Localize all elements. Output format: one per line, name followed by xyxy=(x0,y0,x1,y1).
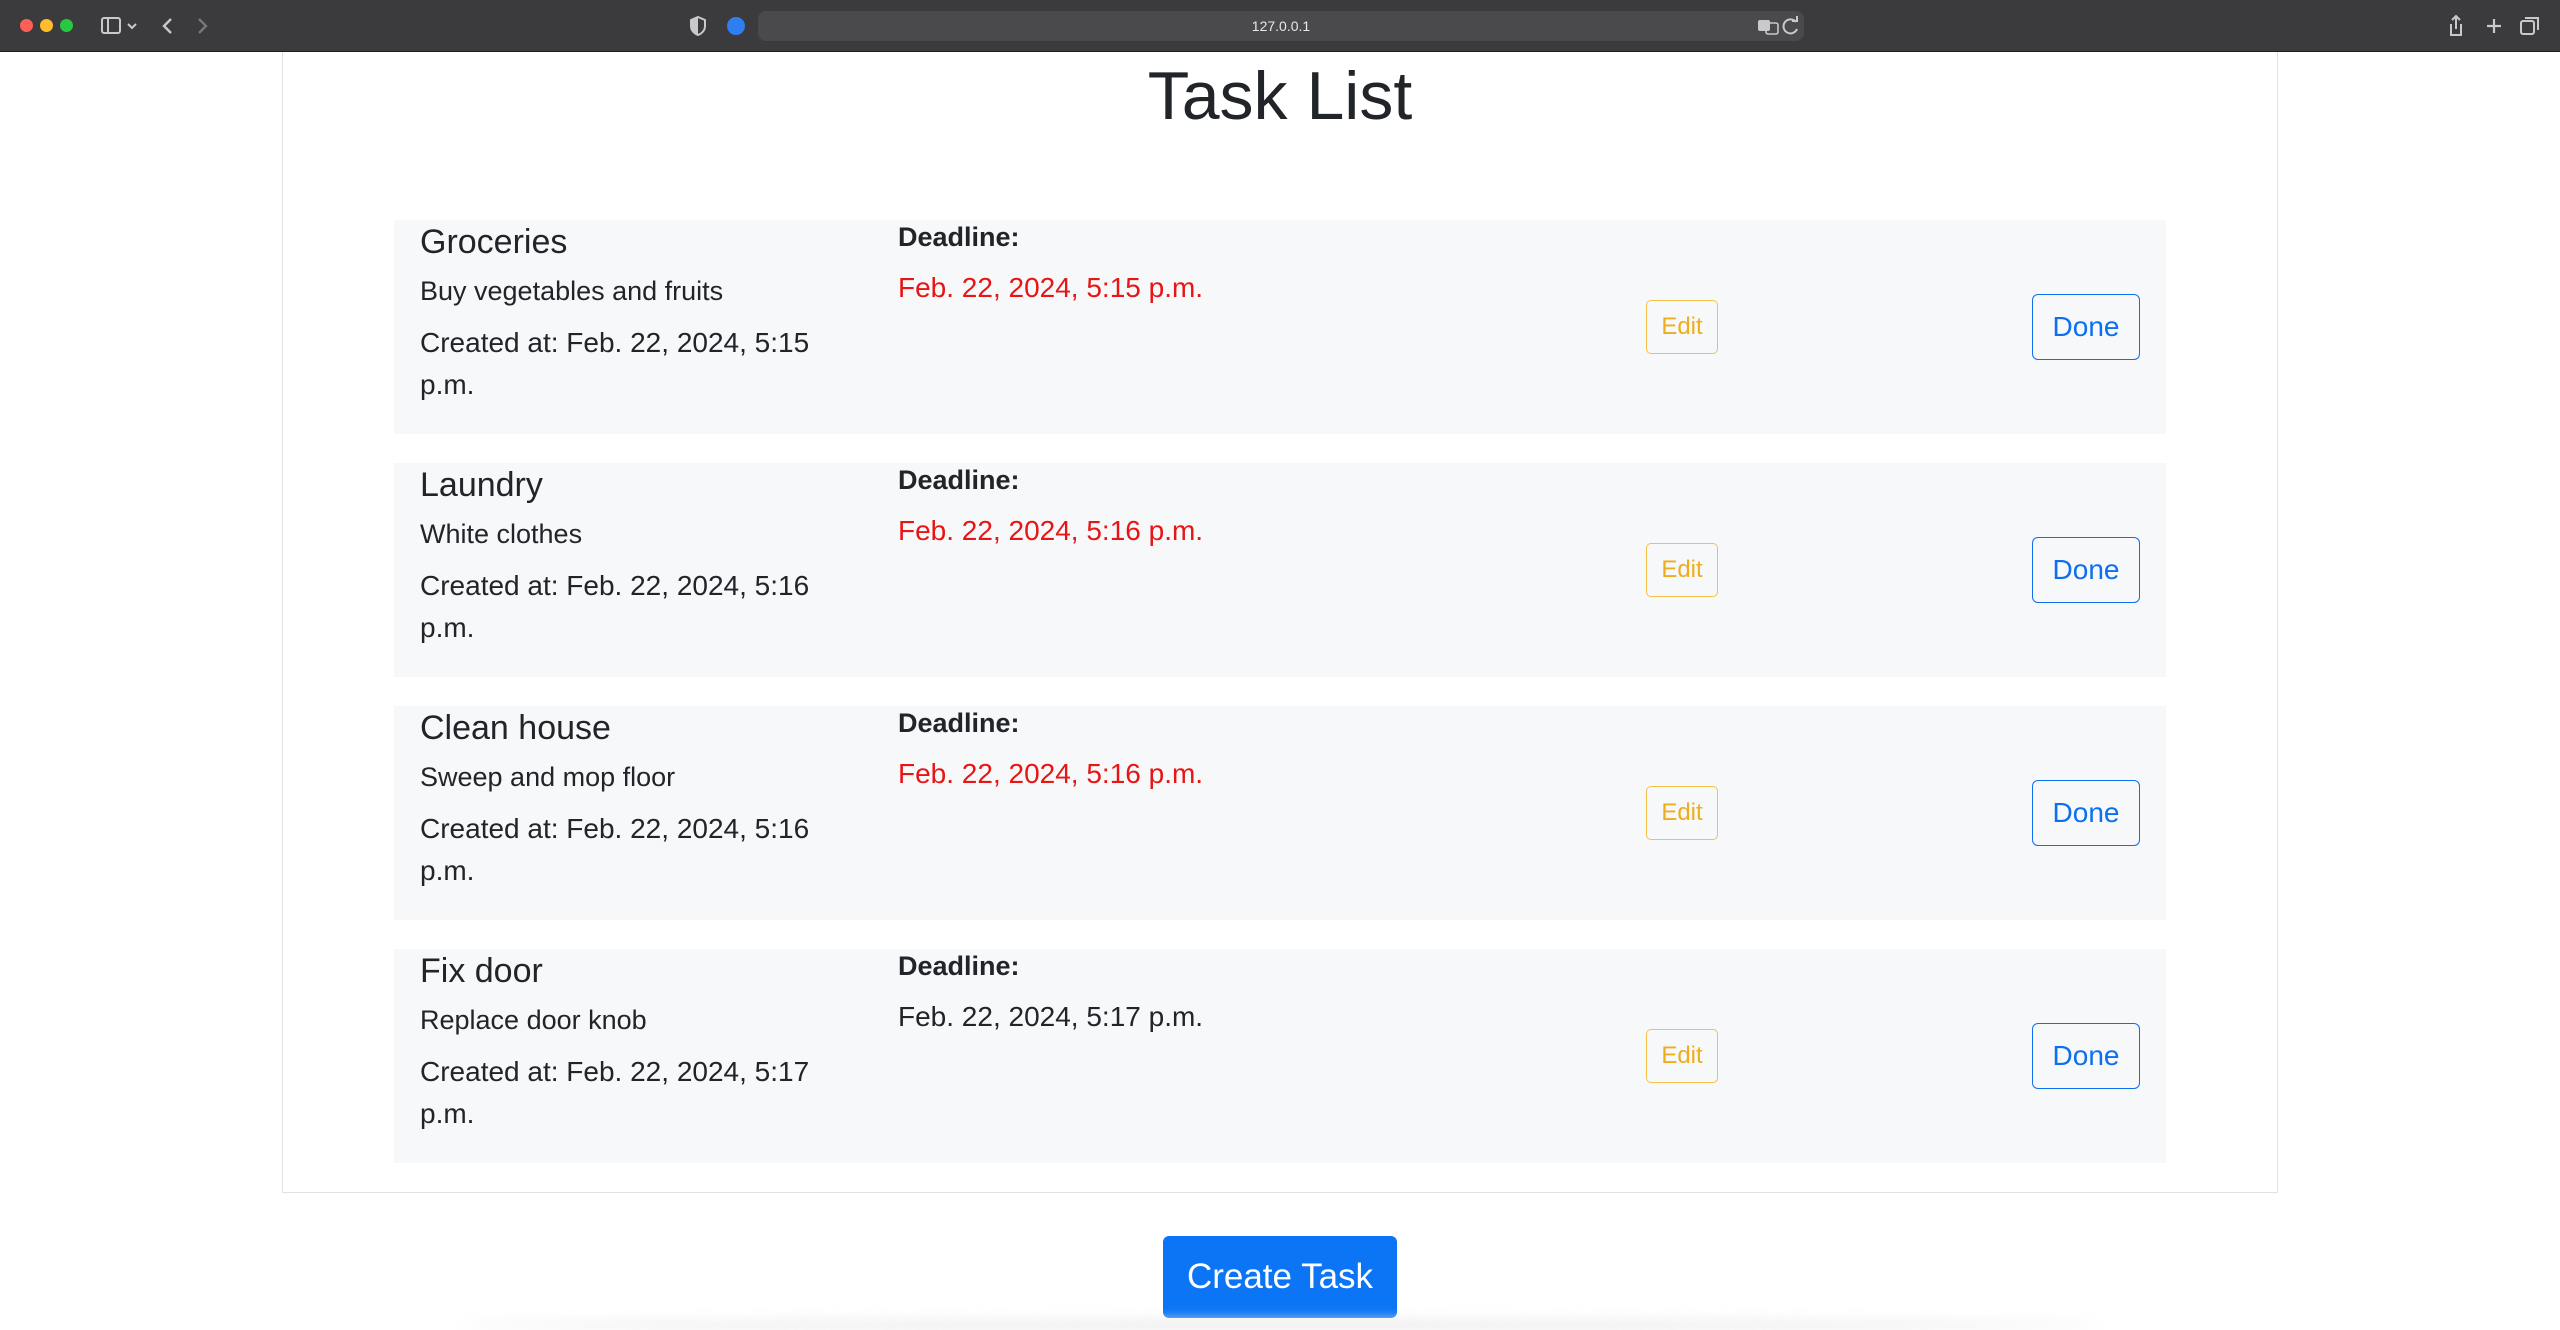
deadline-value: Feb. 22, 2024, 5:17 p.m. xyxy=(898,1001,1204,1032)
address-bar[interactable]: 127.0.0.1 xyxy=(758,11,1804,41)
close-window-button[interactable] xyxy=(20,19,33,32)
deadline-label: Deadline: xyxy=(898,222,1020,252)
done-button[interactable]: Done xyxy=(2032,294,2140,360)
chevron-left-icon[interactable] xyxy=(158,12,178,40)
deadline-label: Deadline: xyxy=(898,708,1020,738)
browser-toolbar: 127.0.0.1 xyxy=(0,0,2560,52)
done-button[interactable]: Done xyxy=(2032,1023,2140,1089)
task-created-at: Created at: Feb. 22, 2024, 5:15 p.m. xyxy=(420,327,810,400)
deadline-value: Feb. 22, 2024, 5:15 p.m. xyxy=(898,272,1204,303)
task-created-at: Created at: Feb. 22, 2024, 5:16 p.m. xyxy=(420,813,810,886)
task-created-at: Created at: Feb. 22, 2024, 5:17 p.m. xyxy=(420,1056,810,1129)
edit-button[interactable]: Edit xyxy=(1646,1029,1718,1083)
deadline-label: Deadline: xyxy=(898,951,1020,981)
done-button[interactable]: Done xyxy=(2032,780,2140,846)
shield-icon[interactable] xyxy=(686,12,710,40)
deadline-label: Deadline: xyxy=(898,465,1020,495)
tabs-icon[interactable] xyxy=(2516,12,2544,40)
task-title: Groceries xyxy=(420,223,568,261)
share-icon[interactable] xyxy=(2442,12,2470,40)
task-row: Fix door Replace door knob Created at: F… xyxy=(394,949,2166,1163)
task-title: Laundry xyxy=(420,466,543,504)
translate-icon[interactable] xyxy=(1756,13,1780,39)
task-title: Fix door xyxy=(420,952,543,990)
edit-button[interactable]: Edit xyxy=(1646,786,1718,840)
task-row: Laundry White clothes Created at: Feb. 2… xyxy=(394,463,2166,677)
done-button[interactable]: Done xyxy=(2032,537,2140,603)
url-text[interactable]: 127.0.0.1 xyxy=(758,11,1804,41)
deadline-value: Feb. 22, 2024, 5:16 p.m. xyxy=(898,515,1204,546)
chevron-right-icon[interactable] xyxy=(192,12,212,40)
footer-shadow xyxy=(460,1320,2100,1330)
task-row: Clean house Sweep and mop floor Created … xyxy=(394,706,2166,920)
edit-button[interactable]: Edit xyxy=(1646,300,1718,354)
task-description: White clothes xyxy=(420,519,583,549)
task-description: Replace door knob xyxy=(420,1005,647,1035)
zoom-window-button[interactable] xyxy=(60,19,73,32)
page-title: Task List xyxy=(1147,58,1413,134)
plus-icon[interactable] xyxy=(2480,12,2508,40)
create-task-button[interactable]: Create Task xyxy=(1163,1236,1397,1318)
task-description: Buy vegetables and fruits xyxy=(420,276,724,306)
task-title: Clean house xyxy=(420,709,611,747)
task-created-at: Created at: Feb. 22, 2024, 5:16 p.m. xyxy=(420,570,810,643)
edit-button[interactable]: Edit xyxy=(1646,543,1718,597)
minimize-window-button[interactable] xyxy=(40,19,53,32)
sidebar-icon[interactable] xyxy=(96,12,144,40)
reload-icon[interactable] xyxy=(1780,13,1802,39)
deadline-value: Feb. 22, 2024, 5:16 p.m. xyxy=(898,758,1204,789)
task-row: Groceries Buy vegetables and fruits Crea… xyxy=(394,220,2166,434)
task-description: Sweep and mop floor xyxy=(420,762,676,792)
page-content: Task List Groceries Buy vegetables and f… xyxy=(0,52,2560,1330)
site-favicon-icon xyxy=(727,17,745,35)
